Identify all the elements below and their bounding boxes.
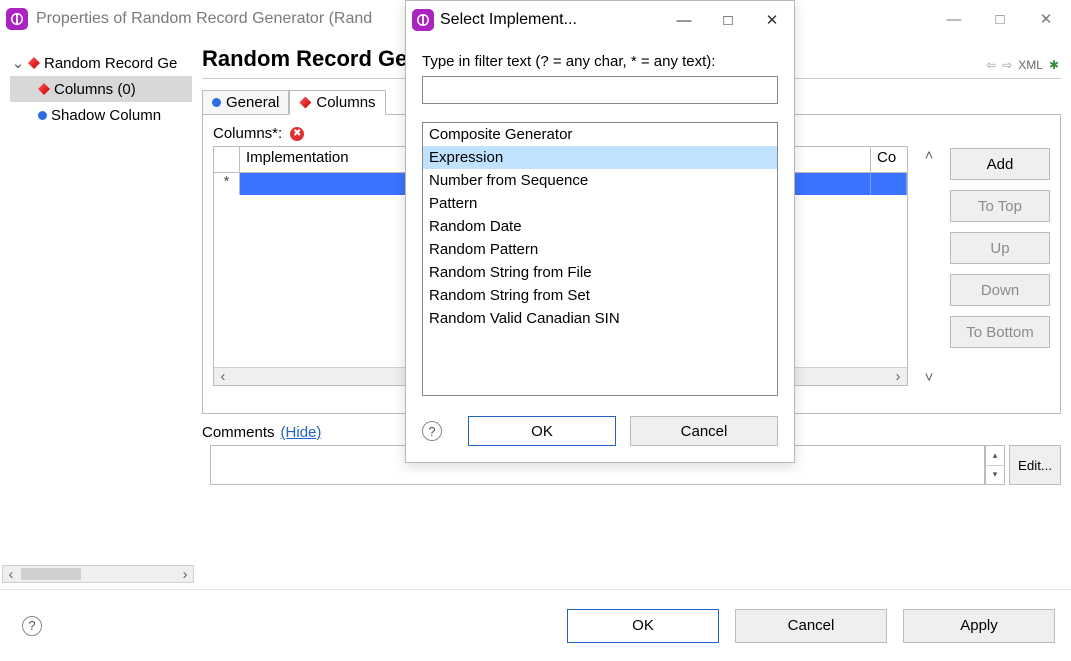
column-header-co[interactable]: Co [871, 147, 907, 172]
columns-label: Columns*: [213, 125, 282, 142]
columns-icon [38, 83, 50, 95]
xml-label[interactable]: XML [1018, 58, 1043, 72]
error-icon: ✖ [290, 127, 304, 141]
select-implementation-dialog: Select Implement... — □ ✕ Type in filter… [405, 0, 795, 463]
dialog-maximize-button[interactable]: □ [706, 5, 750, 35]
implementation-listbox[interactable]: Composite GeneratorExpressionNumber from… [422, 122, 778, 396]
comments-edit-button[interactable]: Edit... [1009, 445, 1061, 485]
scroll-up-icon[interactable]: ˄ [920, 146, 938, 164]
columns-tab-icon [299, 97, 311, 109]
tree-root[interactable]: ⌄ Random Record Ge [10, 50, 192, 76]
comments-spinner[interactable]: ▴ ▾ [985, 445, 1005, 485]
spin-down-icon[interactable]: ▾ [986, 466, 1004, 485]
tree-item-columns[interactable]: Columns (0) [10, 76, 192, 102]
dialog-app-icon [412, 9, 434, 31]
list-item[interactable]: Random String from Set [423, 284, 777, 307]
parent-window-controls: — □ ✕ [931, 4, 1069, 34]
comments-hide-link[interactable]: (Hide) [281, 424, 322, 441]
dialog-close-button[interactable]: ✕ [750, 5, 794, 35]
dialog-help-icon[interactable]: ? [422, 421, 442, 441]
dialog-title: Select Implement... [440, 11, 577, 29]
general-icon [212, 98, 221, 107]
tree-root-label: Random Record Ge [44, 55, 177, 72]
back-icon[interactable]: ⇦ [986, 58, 996, 72]
tab-label: General [226, 94, 279, 111]
app-icon [6, 8, 28, 30]
spin-up-icon[interactable]: ▴ [986, 446, 1004, 466]
list-item[interactable]: Number from Sequence [423, 169, 777, 192]
scroll-down-icon[interactable]: ˅ [920, 368, 938, 386]
tab-label: Columns [316, 94, 375, 111]
ok-button[interactable]: OK [567, 609, 719, 643]
list-item[interactable]: Pattern [423, 192, 777, 215]
bug-icon[interactable]: ✱ [1049, 58, 1059, 72]
list-item[interactable]: Expression [423, 146, 777, 169]
help-icon[interactable]: ? [22, 616, 42, 636]
apply-button[interactable]: Apply [903, 609, 1055, 643]
chevron-down-icon[interactable]: ⌄ [12, 54, 24, 72]
tree-hscrollbar[interactable]: ‹ › [2, 565, 194, 583]
filter-input[interactable] [422, 76, 778, 104]
shadow-icon [38, 111, 47, 120]
dialog-cancel-button[interactable]: Cancel [630, 416, 778, 446]
tree-item-shadow[interactable]: Shadow Column [10, 102, 192, 128]
scroll-right-icon[interactable]: › [177, 566, 193, 583]
new-row-marker: * [214, 173, 240, 195]
cancel-button[interactable]: Cancel [735, 609, 887, 643]
scroll-left-icon[interactable]: ‹ [214, 368, 232, 385]
to-top-button[interactable]: To Top [950, 190, 1050, 222]
scroll-left-icon[interactable]: ‹ [3, 566, 19, 583]
up-button[interactable]: Up [950, 232, 1050, 264]
parent-minimize-button[interactable]: — [931, 4, 977, 34]
tree-item-label: Columns (0) [54, 81, 136, 98]
comments-label: Comments [202, 424, 275, 441]
list-item[interactable]: Random Valid Canadian SIN [423, 307, 777, 330]
list-item[interactable]: Random String from File [423, 261, 777, 284]
list-item[interactable]: Composite Generator [423, 123, 777, 146]
table-vscrollbar[interactable]: ˄ ˅ [920, 146, 938, 386]
dialog-ok-button[interactable]: OK [468, 416, 616, 446]
tree-item-label: Shadow Column [51, 107, 161, 124]
scroll-right-icon[interactable]: › [889, 368, 907, 385]
dialog-button-bar: ? OK Cancel Apply [0, 589, 1071, 661]
down-button[interactable]: Down [950, 274, 1050, 306]
tree-pane: ⌄ Random Record Ge Columns (0) Shadow Co… [0, 38, 196, 589]
add-button[interactable]: Add [950, 148, 1050, 180]
to-bottom-button[interactable]: To Bottom [950, 316, 1050, 348]
tab-columns[interactable]: Columns [289, 90, 385, 115]
tab-general[interactable]: General [202, 90, 289, 115]
forward-icon[interactable]: ⇨ [1002, 58, 1012, 72]
parent-close-button[interactable]: ✕ [1023, 4, 1069, 34]
list-item[interactable]: Random Pattern [423, 238, 777, 261]
parent-maximize-button[interactable]: □ [977, 4, 1023, 34]
header-toolbar: ⇦ ⇨ XML ✱ [986, 58, 1059, 72]
list-item[interactable]: Random Date [423, 215, 777, 238]
dialog-minimize-button[interactable]: — [662, 5, 706, 35]
generator-icon [28, 57, 40, 69]
dialog-prompt: Type in filter text (? = any char, * = a… [422, 53, 778, 70]
